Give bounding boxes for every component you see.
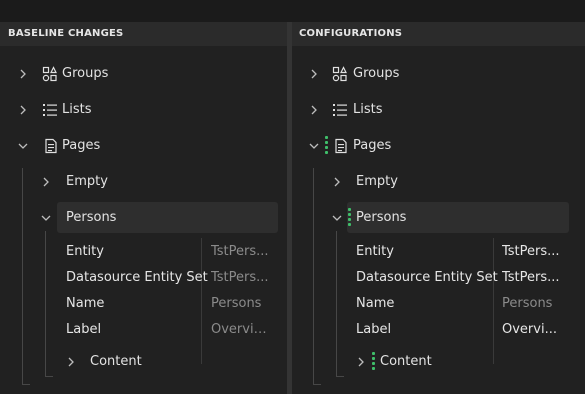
tree-guide-pages-end [313,384,321,385]
chevron-right-icon[interactable] [307,96,321,124]
chevron-down-icon[interactable] [16,132,30,160]
chevron-right-icon[interactable] [307,60,321,88]
configurations-panel: CONFIGURATIONS Groups Lists Pages Empty … [292,22,585,394]
tree-item-content[interactable]: Content [292,348,585,376]
property-row[interactable]: Datasource Entity Set TstPers... [356,265,571,291]
tree-item-label: Lists [62,102,92,117]
property-key: Datasource Entity Set [356,270,498,285]
property-row[interactable]: Label Overvie... [66,317,276,343]
tree-guide-persons-end [336,376,344,377]
property-row[interactable]: Name Persons [356,291,571,317]
tree-item-label: Pages [62,138,101,153]
property-value: TstPers... [211,244,269,259]
tree-item-empty[interactable]: Empty [292,168,585,196]
property-key: Name [66,296,105,311]
tree-item-groups[interactable]: Groups [0,60,287,88]
tree-item-persons[interactable]: Persons [292,204,585,232]
list-icon [331,96,349,124]
tree-item-label: Pages [353,138,392,153]
property-value: Persons [502,296,553,311]
tree-item-pages[interactable]: Pages [292,132,585,160]
tree-guide-pages-end [22,384,30,385]
chevron-right-icon[interactable] [16,96,30,124]
chevron-down-icon[interactable] [307,132,321,160]
property-row[interactable]: Name Persons [66,291,276,317]
groups-icon [331,60,349,88]
property-row[interactable]: Entity TstPers... [66,239,276,265]
chevron-right-icon[interactable] [354,348,368,376]
property-value: TstPers... [502,270,560,285]
configurations-header: CONFIGURATIONS [292,22,585,46]
tree-item-label: Persons [66,210,117,225]
property-row[interactable]: Label Overvi... [356,317,571,343]
property-key: Datasource Entity Set [66,270,208,285]
property-value: Overvie... [211,322,269,337]
groups-icon [41,60,59,88]
change-marker-icon [348,208,351,228]
property-row[interactable]: Datasource Entity Set TstPers... [66,265,276,291]
tree-item-label: Groups [62,66,109,81]
tree-guide-persons-end [45,376,53,377]
tree-item-label: Groups [353,66,400,81]
property-key: Entity [66,244,104,259]
tree-item-label: Lists [353,102,383,117]
property-key: Label [66,322,102,337]
property-key: Name [356,296,395,311]
tree-item-label: Empty [356,174,398,189]
tree-item-label: Persons [356,210,407,225]
property-key: Label [356,322,392,337]
tree-item-label: Empty [66,174,108,189]
property-value: TstPers... [502,244,560,259]
property-row[interactable]: Entity TstPers... [356,239,571,265]
change-marker-icon [325,136,328,156]
page-icon [43,132,61,160]
tree-item-empty[interactable]: Empty [0,168,287,196]
tree-item-lists[interactable]: Lists [292,96,585,124]
tree-item-lists[interactable]: Lists [0,96,287,124]
change-marker-icon [372,352,375,372]
property-key: Entity [356,244,394,259]
page-icon [333,132,351,160]
chevron-down-icon[interactable] [330,204,344,232]
tree-item-pages[interactable]: Pages [0,132,287,160]
property-value: Persons [211,296,262,311]
chevron-right-icon[interactable] [16,60,30,88]
tree-item-label: Content [90,354,142,369]
chevron-down-icon[interactable] [39,204,53,232]
property-value: Overvi... [502,322,557,337]
top-strip [0,0,585,22]
property-value: TstPers... [211,270,269,285]
tree-item-persons[interactable]: Persons [0,204,287,232]
chevron-right-icon[interactable] [39,168,53,196]
tree-item-content[interactable]: Content [0,348,287,376]
list-icon [41,96,59,124]
baseline-changes-panel: BASELINE CHANGES Groups Lists Pages Empt… [0,22,287,394]
chevron-right-icon[interactable] [330,168,344,196]
tree-item-groups[interactable]: Groups [292,60,585,88]
chevron-right-icon[interactable] [64,348,78,376]
tree-item-label: Content [380,354,432,369]
baseline-changes-header: BASELINE CHANGES [0,22,287,46]
